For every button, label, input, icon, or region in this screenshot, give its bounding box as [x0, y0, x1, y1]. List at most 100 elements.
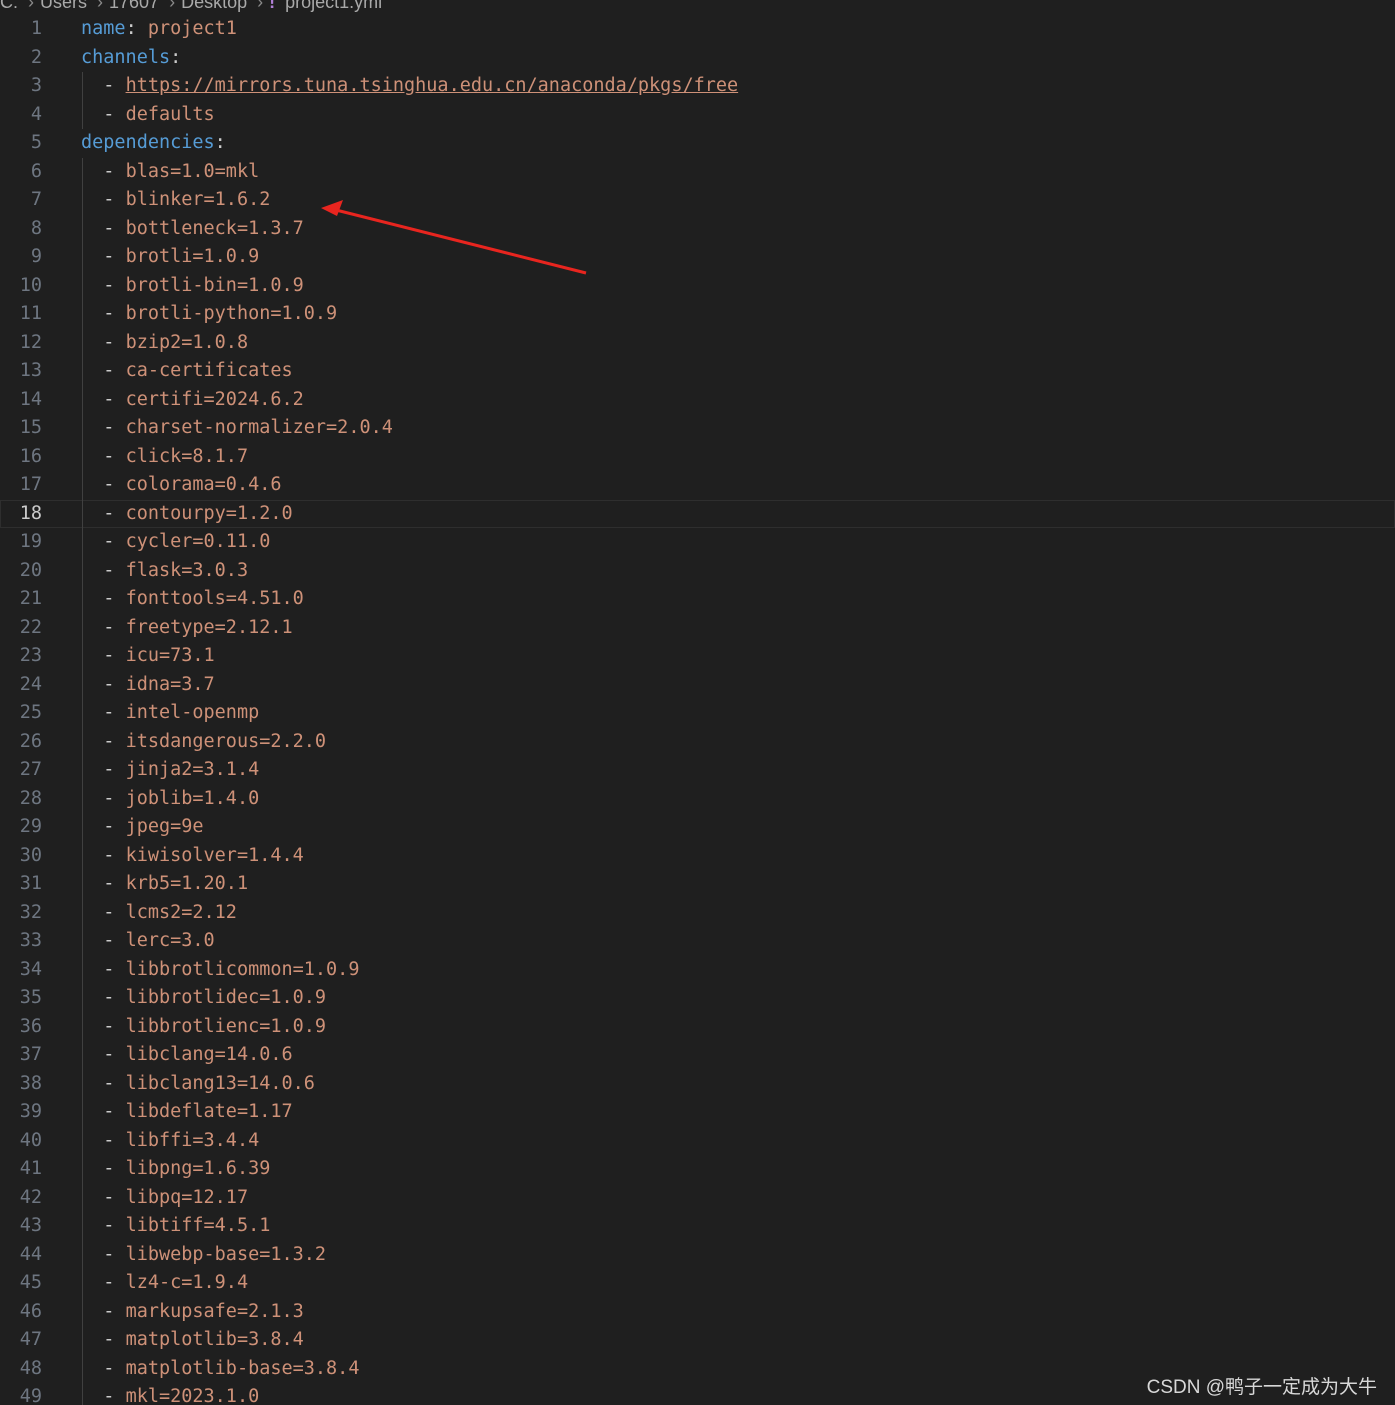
code-line[interactable]: 27 - jinja2=3.1.4: [0, 756, 1395, 785]
code-line[interactable]: 14 - certifi=2024.6.2: [0, 385, 1395, 414]
code-line[interactable]: 23 - icu=73.1: [0, 642, 1395, 671]
channel-link[interactable]: https://mirrors.tuna.tsinghua.edu.cn/ana…: [126, 75, 739, 96]
line-number: 47: [19, 1329, 42, 1350]
code-line[interactable]: 25 - intel-openmp: [0, 699, 1395, 728]
dependency-item: libffi=3.4.4: [125, 1129, 260, 1151]
code-text: - blas=1.0=mkl: [81, 160, 260, 182]
code-line[interactable]: 40 - libffi=3.4.4: [0, 1126, 1395, 1155]
code-text: - intel-openmp: [81, 702, 260, 723]
code-line[interactable]: 10 - brotli-bin=1.0.9: [0, 271, 1395, 300]
line-number: 44: [19, 1243, 42, 1265]
code-line[interactable]: 45 - lz4-c=1.9.4: [0, 1269, 1395, 1298]
code-line[interactable]: 46 - markupsafe=2.1.3: [0, 1297, 1395, 1326]
yaml-value: project1: [147, 18, 237, 39]
code-line[interactable]: 17 - colorama=0.4.6: [0, 471, 1395, 500]
code-line[interactable]: 42 - libpq=12.17: [0, 1183, 1395, 1212]
line-number: 29: [19, 816, 42, 837]
code-line[interactable]: 41 - libpng=1.6.39: [0, 1155, 1395, 1184]
code-line[interactable]: 35 - libbrotlidec=1.0.9: [0, 984, 1395, 1013]
code-text: dependencies:: [81, 132, 226, 153]
code-line[interactable]: 38 - libclang13=14.0.6: [0, 1069, 1395, 1098]
code-line[interactable]: 44 - libwebp-base=1.3.2: [0, 1240, 1395, 1269]
line-number: 32: [19, 901, 42, 923]
code-line[interactable]: 26 - itsdangerous=2.2.0: [0, 727, 1395, 756]
code-text: - click=8.1.7: [81, 445, 249, 467]
code-line[interactable]: 31 - krb5=1.20.1: [0, 870, 1395, 899]
chevron-right-icon: ›: [257, 0, 264, 12]
code-line[interactable]: 13 - ca-certificates: [0, 357, 1395, 386]
dependency-item: kiwisolver=1.4.4: [125, 844, 304, 866]
breadcrumb-item-drive[interactable]: C:: [0, 0, 18, 12]
code-line[interactable]: 9 - brotli=1.0.9: [0, 243, 1395, 272]
code-line[interactable]: 1 name: project1: [0, 15, 1395, 44]
dependency-item: flask=3.0.3: [125, 559, 249, 581]
line-number: 14: [19, 388, 42, 410]
code-line[interactable]: 47 - matplotlib=3.8.4: [0, 1326, 1395, 1355]
code-line[interactable]: 21 - fonttools=4.51.0: [0, 585, 1395, 614]
code-line[interactable]: 11 - brotli-python=1.0.9: [0, 300, 1395, 329]
dependency-item: icu=73.1: [125, 645, 215, 666]
breadcrumb-item-user[interactable]: 17607: [109, 0, 159, 12]
code-text: - bottleneck=1.3.7: [81, 217, 304, 239]
code-line[interactable]: 8 - bottleneck=1.3.7: [0, 214, 1395, 243]
dependency-item: libwebp-base=1.3.2: [125, 1243, 327, 1265]
line-number: 20: [19, 559, 42, 581]
code-line[interactable]: 24 - idna=3.7: [0, 670, 1395, 699]
code-line[interactable]: 2 channels:: [0, 44, 1395, 73]
code-line[interactable]: 28 - joblib=1.4.0: [0, 784, 1395, 813]
line-number: 35: [19, 987, 42, 1008]
dependency-item: libclang=14.0.6: [125, 1044, 293, 1065]
dependency-item: certifi=2024.6.2: [125, 388, 304, 410]
code-line[interactable]: 12 - bzip2=1.0.8: [0, 328, 1395, 357]
code-line[interactable]: 6 - blas=1.0=mkl: [0, 157, 1395, 186]
code-line[interactable]: 5 dependencies:: [0, 129, 1395, 158]
breadcrumb: C: › Users › 17607 › Desktop ›! project1.yml: [0, 0, 386, 12]
code-line[interactable]: 43 - libtiff=4.5.1: [0, 1212, 1395, 1241]
code-line[interactable]: 18 - contourpy=1.2.0: [0, 499, 1395, 528]
code-text: - libdeflate=1.17: [81, 1101, 293, 1122]
code-line[interactable]: 19 - cycler=0.11.0: [0, 528, 1395, 557]
dependency-item: matplotlib-base=3.8.4: [125, 1357, 360, 1379]
dependency-item: lcms2=2.12: [125, 901, 237, 923]
dependency-item: bottleneck=1.3.7: [125, 217, 304, 239]
code-line[interactable]: 15 - charset-normalizer=2.0.4: [0, 414, 1395, 443]
dependency-item: libbrotlienc=1.0.9: [125, 1015, 327, 1037]
code-text: - lcms2=2.12: [81, 901, 237, 923]
code-text: - flask=3.0.3: [81, 559, 249, 581]
line-number: 36: [19, 1015, 42, 1037]
line-number: 21: [19, 588, 42, 609]
breadcrumb-item-file[interactable]: project1.yml: [285, 0, 382, 12]
code-line[interactable]: 32 - lcms2=2.12: [0, 898, 1395, 927]
code-line[interactable]: 36 - libbrotlienc=1.0.9: [0, 1012, 1395, 1041]
code-text: - contourpy=1.2.0: [81, 502, 293, 524]
code-text: - libffi=3.4.4: [81, 1129, 260, 1151]
line-number: 42: [19, 1186, 42, 1208]
dependency-item: joblib=1.4.0: [125, 787, 260, 809]
code-line[interactable]: 22 - freetype=2.12.1: [0, 613, 1395, 642]
line-number: 15: [19, 417, 42, 438]
code-line[interactable]: 16 - click=8.1.7: [0, 442, 1395, 471]
code-line[interactable]: 7 - blinker=1.6.2: [0, 186, 1395, 215]
code-line[interactable]: 30 - kiwisolver=1.4.4: [0, 841, 1395, 870]
code-text: - https://mirrors.tuna.tsinghua.edu.cn/a…: [81, 75, 739, 96]
code-line[interactable]: 34 - libbrotlicommon=1.0.9: [0, 955, 1395, 984]
code-line[interactable]: 20 - flask=3.0.3: [0, 556, 1395, 585]
yaml-file-icon: !: [269, 0, 276, 12]
code-text: - libclang13=14.0.6: [81, 1072, 315, 1094]
code-line[interactable]: 3 - https://mirrors.tuna.tsinghua.edu.cn…: [0, 72, 1395, 101]
code-text: - colorama=0.4.6: [81, 474, 282, 495]
breadcrumb-item-desktop[interactable]: Desktop: [181, 0, 247, 12]
code-line[interactable]: 37 - libclang=14.0.6: [0, 1041, 1395, 1070]
chevron-right-icon: ›: [28, 0, 34, 12]
code-line[interactable]: 29 - jpeg=9e: [0, 813, 1395, 842]
code-line[interactable]: 33 - lerc=3.0: [0, 927, 1395, 956]
breadcrumb-item-users[interactable]: Users: [40, 0, 87, 12]
code-line[interactable]: 39 - libdeflate=1.17: [0, 1098, 1395, 1127]
dependency-item: lerc=3.0: [125, 930, 215, 951]
code-line[interactable]: 4 - defaults: [0, 100, 1395, 129]
chevron-right-icon: ›: [169, 0, 176, 12]
line-number: 12: [19, 331, 42, 353]
dependency-item: contourpy=1.2.0: [125, 502, 293, 524]
code-editor[interactable]: 1 name: project1 2 channels: 3 - https://mir…: [0, 15, 1395, 1405]
dependency-item: libclang13=14.0.6: [125, 1072, 315, 1094]
